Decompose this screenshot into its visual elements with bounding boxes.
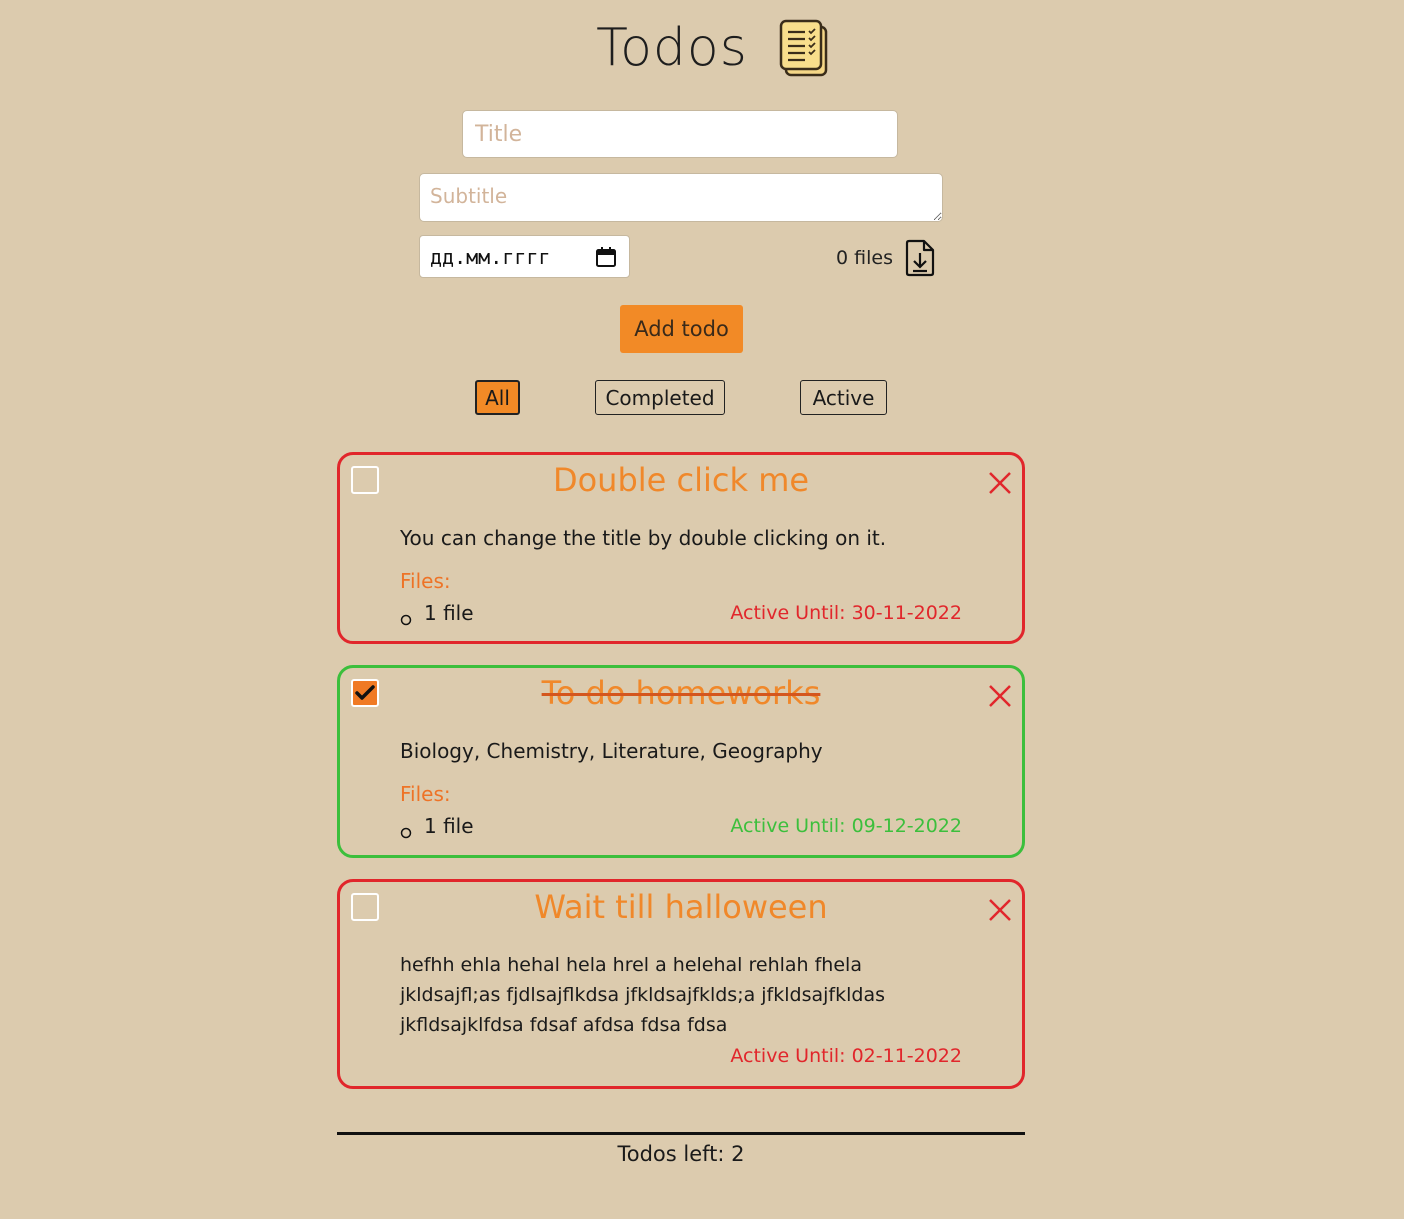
page-title: Todos <box>596 18 748 78</box>
date-input[interactable]: дд.мм.гггг <box>419 235 630 278</box>
footer-divider <box>337 1132 1025 1135</box>
description-line: hefhh ehla hehal hela hrel a helehal reh… <box>400 954 862 976</box>
filter-all-button[interactable]: All <box>475 380 520 415</box>
todo-checkbox[interactable] <box>351 893 379 921</box>
subtitle-input[interactable] <box>419 173 943 222</box>
filter-active-button[interactable]: Active <box>800 380 887 415</box>
date-placeholder: дд.мм.гггг <box>430 244 551 269</box>
notes-icon <box>778 18 830 78</box>
file-item[interactable]: 1 file <box>400 814 474 839</box>
calendar-icon[interactable] <box>595 246 617 268</box>
close-icon[interactable] <box>987 683 1013 709</box>
files-count: 0 files <box>836 247 893 269</box>
active-until-date: Active Until: 02-11-2022 <box>730 1045 962 1067</box>
description-line: jkfldsajklfdsa fdsaf afdsa fdsa fdsa <box>400 1014 728 1036</box>
circle-bullet-icon <box>400 820 412 839</box>
files-label: Files: <box>400 782 451 806</box>
todo-title[interactable]: Wait till halloween <box>400 888 962 926</box>
file-item[interactable]: 1 file <box>400 601 474 626</box>
checkmark-icon <box>355 685 375 700</box>
todo-card: Wait till halloween hefhh ehla hehal hel… <box>337 879 1025 1089</box>
todo-description: You can change the title by double click… <box>400 526 887 550</box>
file-name: 1 file <box>424 814 474 838</box>
close-icon[interactable] <box>987 470 1013 496</box>
active-until-date: Active Until: 30-11-2022 <box>730 602 962 624</box>
file-name: 1 file <box>424 601 474 625</box>
add-todo-button[interactable]: Add todo <box>620 305 743 353</box>
description-line: jkldsajfl;as fjdlsajflkdsa jfkldsajfklds… <box>400 984 885 1006</box>
todo-title[interactable]: Double click me <box>400 461 962 499</box>
todo-checkbox[interactable] <box>351 679 379 707</box>
todos-left-count: 2 <box>731 1142 745 1166</box>
todos-left-label: Todos left: <box>617 1142 725 1166</box>
todos-left-counter: Todos left: 2 <box>337 1142 1025 1166</box>
active-until-date: Active Until: 09-12-2022 <box>730 815 962 837</box>
close-icon[interactable] <box>987 897 1013 923</box>
file-download-icon[interactable] <box>903 238 937 278</box>
todo-description: Biology, Chemistry, Literature, Geograph… <box>400 739 823 763</box>
files-label: Files: <box>400 569 451 593</box>
todo-app: Todos дд.мм.гггг <box>0 0 1404 1219</box>
todo-title[interactable]: To do homeworks <box>400 674 962 712</box>
circle-bullet-icon <box>400 607 412 626</box>
file-upload[interactable]: 0 files <box>836 238 937 278</box>
header: Todos <box>0 18 1404 78</box>
todo-card: To do homeworks Biology, Chemistry, Lite… <box>337 665 1025 858</box>
todo-description: hefhh ehla hehal hela hrel a helehal reh… <box>400 950 962 1040</box>
todo-card: Double click me You can change the title… <box>337 452 1025 644</box>
title-input[interactable] <box>462 110 898 158</box>
filter-completed-button[interactable]: Completed <box>595 380 725 415</box>
todo-checkbox[interactable] <box>351 466 379 494</box>
